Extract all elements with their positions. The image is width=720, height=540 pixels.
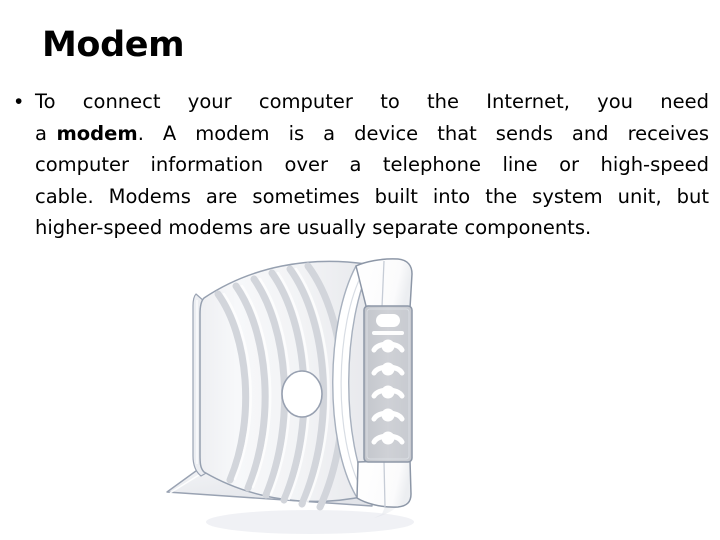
page-title: Modem xyxy=(42,25,185,65)
body-line-2: a modem. A modem is a device that sends … xyxy=(35,118,709,150)
body-line-2-post: . A modem is a device that sends and rec… xyxy=(137,121,709,145)
modem-led-panel xyxy=(363,305,413,463)
modem-bottom-cap xyxy=(356,459,412,508)
slide-body: • To connect your computer to the Intern… xyxy=(12,86,709,244)
body-line-4: cable. Modems are sometimes built into t… xyxy=(35,184,709,208)
modem-drawing xyxy=(166,258,414,534)
emphasis-modem: modem xyxy=(56,121,138,145)
modem-top-cap xyxy=(355,258,413,309)
body-line-5: higher-speed modems are usually separate… xyxy=(35,216,592,239)
modem-illustration xyxy=(160,250,440,540)
body-line-1: To connect your computer to the Internet… xyxy=(35,90,709,113)
bullet-paragraph: To connect your computer to the Internet… xyxy=(35,86,709,244)
bullet-list-item: • To connect your computer to the Intern… xyxy=(12,86,709,244)
body-line-3: computer information over a telephone li… xyxy=(35,153,709,176)
body-line-2-pre: a xyxy=(35,121,57,145)
bullet-marker-icon: • xyxy=(15,90,23,113)
modem-power-button xyxy=(281,370,323,418)
slide-canvas: Modem • To connect your computer to the … xyxy=(0,0,720,540)
